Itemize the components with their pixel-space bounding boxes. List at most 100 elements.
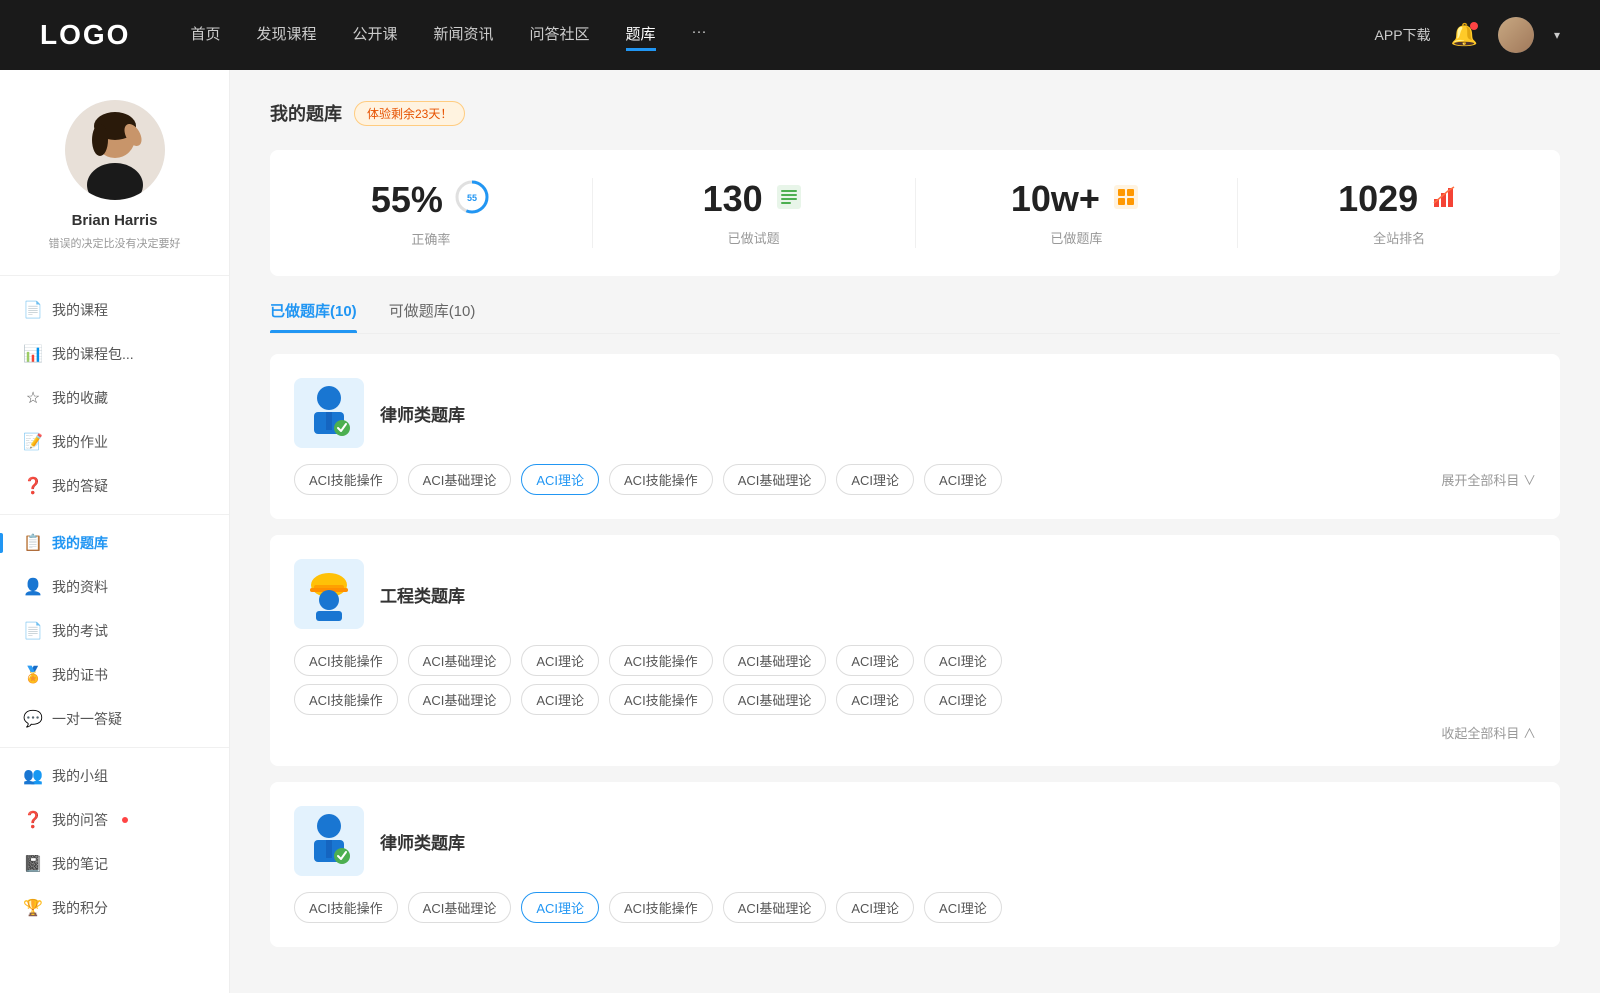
tag[interactable]: ACI理论	[924, 684, 1002, 715]
sidebar-item-points[interactable]: 🏆 我的积分	[0, 886, 229, 930]
tag[interactable]: ACI基础理论	[723, 464, 827, 495]
sidebar-item-questions[interactable]: ❓ 我的答疑	[0, 464, 229, 508]
sidebar-item-bank[interactable]: 📋 我的题库	[0, 521, 229, 565]
bank-card-header: 工程类题库	[294, 559, 1536, 629]
tag[interactable]: ACI技能操作	[294, 892, 398, 923]
grid-icon	[1110, 181, 1142, 218]
profile-avatar	[65, 100, 165, 200]
stat-label: 正确率	[290, 229, 572, 248]
divider-1	[0, 514, 229, 515]
bank-tags-row1: ACI技能操作 ACI基础理论 ACI理论 ACI技能操作 ACI基础理论 AC…	[294, 645, 1536, 676]
tag[interactable]: ACI技能操作	[609, 892, 713, 923]
tag-active[interactable]: ACI理论	[521, 464, 599, 495]
stat-done-questions: 130 已做试题	[593, 178, 916, 248]
stats-card: 55% 55 正确率 130	[270, 150, 1560, 276]
sidebar-item-my-qa[interactable]: ❓ 我的问答	[0, 798, 229, 842]
bank-tags: ACI技能操作 ACI基础理论 ACI理论 ACI技能操作 ACI基础理论 AC…	[294, 464, 1536, 495]
avatar-svg	[65, 100, 165, 200]
tag[interactable]: ACI理论	[924, 892, 1002, 923]
sidebar-item-profile[interactable]: 👤 我的资料	[0, 565, 229, 609]
homework-icon: 📝	[24, 433, 42, 451]
page-wrapper: Brian Harris 错误的决定比没有决定要好 📄 我的课程 📊 我的课程包…	[0, 70, 1600, 993]
user-avatar[interactable]	[1498, 17, 1534, 53]
tag[interactable]: ACI基础理论	[723, 684, 827, 715]
sidebar-item-label: 一对一答疑	[52, 709, 122, 729]
sidebar-item-groups[interactable]: 👥 我的小组	[0, 754, 229, 798]
sidebar-item-homework[interactable]: 📝 我的作业	[0, 420, 229, 464]
sidebar-item-course-package[interactable]: 📊 我的课程包...	[0, 332, 229, 376]
avatar-dropdown-arrow[interactable]: ▾	[1554, 28, 1560, 42]
bank-card-header: 律师类题库	[294, 378, 1536, 448]
nav-discover[interactable]: 发现课程	[256, 19, 316, 51]
nav-bank[interactable]: 题库	[626, 19, 656, 51]
my-qa-icon: ❓	[24, 811, 42, 829]
tag[interactable]: ACI理论	[924, 645, 1002, 676]
sidebar-item-tutor[interactable]: 💬 一对一答疑	[0, 697, 229, 741]
tag[interactable]: ACI技能操作	[294, 464, 398, 495]
tag[interactable]: ACI理论	[836, 464, 914, 495]
tag[interactable]: ACI技能操作	[294, 684, 398, 715]
tag[interactable]: ACI理论	[836, 684, 914, 715]
tag[interactable]: ACI理论	[521, 645, 599, 676]
tag[interactable]: ACI理论	[836, 892, 914, 923]
sidebar-item-label: 我的笔记	[52, 854, 108, 874]
sidebar-item-favorites[interactable]: ☆ 我的收藏	[0, 376, 229, 420]
tag[interactable]: ACI技能操作	[609, 645, 713, 676]
sidebar-item-label: 我的资料	[52, 577, 108, 597]
sidebar-menu: 📄 我的课程 📊 我的课程包... ☆ 我的收藏 📝 我的作业 ❓ 我的答疑 �	[0, 288, 229, 930]
stat-label: 已做题库	[936, 228, 1218, 247]
bank-tags-row2: ACI技能操作 ACI基础理论 ACI理论 ACI技能操作 ACI基础理论 AC…	[294, 684, 1536, 715]
tab-available-banks[interactable]: 可做题库(10)	[389, 300, 476, 333]
bank-tags: ACI技能操作 ACI基础理论 ACI理论 ACI技能操作 ACI基础理论 AC…	[294, 892, 1536, 923]
nav-home[interactable]: 首页	[190, 19, 220, 51]
tag[interactable]: ACI技能操作	[294, 645, 398, 676]
tag-active[interactable]: ACI理论	[521, 892, 599, 923]
sidebar-item-notes[interactable]: 📓 我的笔记	[0, 842, 229, 886]
logo[interactable]: LOGO	[40, 19, 130, 51]
stat-correct-rate: 55% 55 正确率	[270, 178, 593, 248]
sidebar-item-label: 我的证书	[52, 665, 108, 685]
page-title: 我的题库	[270, 100, 342, 126]
tag[interactable]: ACI基础理论	[408, 464, 512, 495]
sidebar-item-label: 我的小组	[52, 766, 108, 786]
tag[interactable]: ACI基础理论	[408, 645, 512, 676]
stat-value: 130	[703, 178, 763, 220]
tab-done-banks[interactable]: 已做题库(10)	[270, 300, 357, 333]
profile-icon: 👤	[24, 578, 42, 596]
tag[interactable]: ACI理论	[836, 645, 914, 676]
lawyer-icon-2	[304, 812, 354, 870]
sidebar-item-label: 我的题库	[52, 533, 108, 553]
sidebar-item-label: 我的积分	[52, 898, 108, 918]
exam-icon: 📄	[24, 622, 42, 640]
tag[interactable]: ACI理论	[521, 684, 599, 715]
tag[interactable]: ACI基础理论	[408, 684, 512, 715]
bank-title: 工程类题库	[380, 582, 465, 607]
nav-qa[interactable]: 问答社区	[530, 19, 590, 51]
divider-2	[0, 747, 229, 748]
collapse-all-button[interactable]: 收起全部科目 ∧	[1441, 723, 1536, 742]
app-download-button[interactable]: APP下载	[1375, 25, 1431, 45]
sidebar-item-exam[interactable]: 📄 我的考试	[0, 609, 229, 653]
tag[interactable]: ACI技能操作	[609, 684, 713, 715]
main-content: 我的题库 体验剩余23天！ 55% 55 正确率	[230, 70, 1600, 993]
page-title-row: 我的题库 体验剩余23天！	[270, 100, 1560, 126]
sidebar: Brian Harris 错误的决定比没有决定要好 📄 我的课程 📊 我的课程包…	[0, 70, 230, 993]
bank-title: 律师类题库	[380, 829, 465, 854]
chart-icon	[1428, 181, 1460, 218]
stat-top: 55% 55	[290, 178, 572, 221]
tag[interactable]: ACI技能操作	[609, 464, 713, 495]
nav-open[interactable]: 公开课	[352, 19, 397, 51]
stat-label: 全站排名	[1258, 228, 1540, 247]
expand-all-button[interactable]: 展开全部科目 ∨	[1441, 470, 1536, 489]
sidebar-item-my-courses[interactable]: 📄 我的课程	[0, 288, 229, 332]
tag[interactable]: ACI理论	[924, 464, 1002, 495]
nav-news[interactable]: 新闻资讯	[434, 19, 494, 51]
tag[interactable]: ACI基础理论	[408, 892, 512, 923]
points-icon: 🏆	[24, 899, 42, 917]
tag[interactable]: ACI基础理论	[723, 892, 827, 923]
tag[interactable]: ACI基础理论	[723, 645, 827, 676]
sidebar-item-cert[interactable]: 🏅 我的证书	[0, 653, 229, 697]
nav-more[interactable]: ···	[692, 19, 707, 51]
notification-bell[interactable]: 🔔	[1451, 22, 1478, 48]
bank-card-lawyer-1: 律师类题库 ACI技能操作 ACI基础理论 ACI理论 ACI技能操作 ACI基…	[270, 354, 1560, 519]
